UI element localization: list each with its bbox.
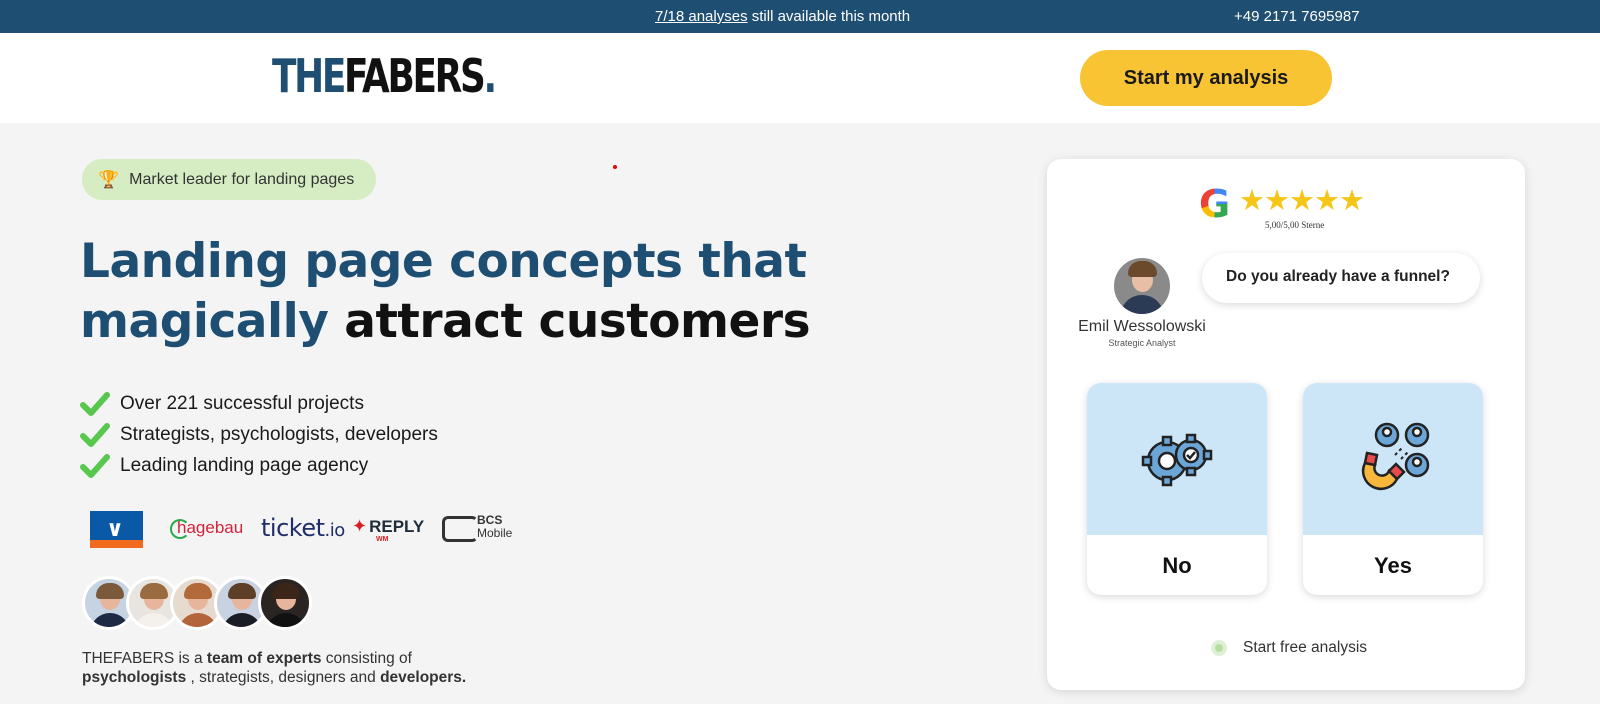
- team-text: consisting of: [321, 650, 412, 667]
- option-no-button[interactable]: No: [1087, 383, 1267, 595]
- top-announcement-bar: 7/18 analyses still available this month…: [0, 0, 1600, 33]
- bcs-text: BCS: [477, 513, 503, 527]
- option-icon-area: [1087, 383, 1267, 535]
- runner-icon: ✦: [352, 516, 368, 536]
- hero-headline: Landing page concepts that magically att…: [80, 232, 811, 352]
- rating-text: 5,00/5,00 Sterne: [1265, 220, 1325, 230]
- client-logos: ∨ hagebau ticket.io ✦ REPLY WM BCS Mobile: [90, 508, 530, 552]
- benefit-text: Strategists, psychologists, developers: [120, 423, 438, 445]
- gears-icon: [1141, 433, 1213, 487]
- trophy-icon: 🏆: [98, 169, 120, 189]
- analysis-quiz-card: G ★★★★★ 5,00/5,00 Sterne Emil Wessolowsk…: [1047, 159, 1525, 690]
- team-text: THEFABERS is a: [82, 650, 207, 667]
- red-dot-marker: [613, 165, 617, 169]
- google-icon: G: [1199, 182, 1231, 226]
- stars-icon: ★★★★★: [1239, 185, 1365, 217]
- magnet-users-icon: [1361, 422, 1430, 491]
- question-bubble: Do you already have a funnel?: [1202, 253, 1480, 303]
- headline-dark-words: attract customers: [328, 294, 811, 349]
- analyst-role: Strategic Analyst: [1108, 338, 1176, 348]
- hagebau-logo: hagebau: [170, 518, 243, 539]
- badge-label: Market leader for landing pages: [129, 170, 355, 188]
- analyst-name: Emil Wessolowski: [1078, 318, 1206, 335]
- team-description: THEFABERS is a team of experts consistin…: [82, 649, 466, 687]
- benefit-item: Over 221 successful projects: [80, 388, 438, 419]
- checkmark-icon: [80, 422, 110, 447]
- team-avatars: [82, 576, 312, 630]
- reply-wm-text: WM: [376, 536, 389, 543]
- google-rating: G ★★★★★ 5,00/5,00 Sterne: [1199, 185, 1379, 231]
- ticket-io-text: .io: [324, 520, 346, 541]
- analyst-avatar: [1114, 258, 1170, 314]
- reply-text: REPLY: [369, 517, 425, 536]
- bcs-mobile-logo: BCS Mobile: [477, 514, 512, 540]
- logo-the: THE: [272, 49, 346, 103]
- bcs-bracket-icon: [442, 516, 478, 542]
- headline-blue-word: magically: [80, 294, 329, 349]
- team-text-bold: developers.: [380, 669, 467, 686]
- benefit-text: Over 221 successful projects: [120, 392, 364, 414]
- phone-number[interactable]: +49 2171 7695987: [1234, 8, 1360, 25]
- option-yes-button[interactable]: Yes: [1303, 383, 1483, 595]
- benefit-item: Strategists, psychologists, developers: [80, 419, 438, 450]
- ticketio-logo: ticket.io: [261, 514, 345, 542]
- reply-logo: ✦ REPLY WM: [352, 516, 425, 543]
- mobile-text: Mobile: [477, 526, 513, 540]
- analyst-profile: Emil Wessolowski Strategic Analyst: [1067, 258, 1217, 348]
- benefit-item: Leading landing page agency: [80, 450, 438, 481]
- analyses-text: still available this month: [747, 8, 911, 25]
- team-text-bold: team of experts: [206, 650, 322, 667]
- team-text: , strategists, designers and: [186, 669, 381, 686]
- start-free-label: Start free analysis: [1243, 639, 1368, 656]
- start-free-analysis[interactable]: Start free analysis: [1211, 639, 1367, 657]
- market-leader-badge: 🏆 Market leader for landing pages: [82, 159, 376, 200]
- status-dot-icon: [1211, 640, 1227, 656]
- volksbank-mark-icon: ∨: [106, 517, 124, 542]
- start-analysis-button[interactable]: Start my analysis: [1080, 50, 1332, 106]
- volksbank-bar: [90, 540, 143, 548]
- volksbank-logo: ∨: [90, 511, 143, 548]
- option-yes-label: Yes: [1374, 553, 1412, 578]
- checkmark-icon: [80, 391, 110, 416]
- benefit-list: Over 221 successful projects Strategists…: [80, 388, 438, 481]
- thefabers-logo[interactable]: THEFABERS.: [272, 53, 497, 99]
- checkmark-icon: [80, 453, 110, 478]
- site-header: THEFABERS. Start my analysis: [0, 33, 1600, 123]
- ticket-text: ticket: [261, 514, 325, 542]
- avatar: [258, 576, 312, 630]
- benefit-text: Leading landing page agency: [120, 454, 369, 476]
- option-no-label: No: [1162, 553, 1192, 578]
- logo-dot: .: [483, 49, 497, 103]
- analyses-link[interactable]: 7/18 analyses: [655, 8, 748, 25]
- logo-fabers: FABERS: [344, 49, 486, 103]
- headline-line1: Landing page concepts that: [80, 234, 807, 289]
- option-icon-area: [1303, 383, 1483, 535]
- hagebau-text: hagebau: [177, 518, 244, 537]
- team-text-bold: psychologists: [82, 669, 187, 686]
- analyses-availability: 7/18 analyses still available this month: [655, 8, 910, 25]
